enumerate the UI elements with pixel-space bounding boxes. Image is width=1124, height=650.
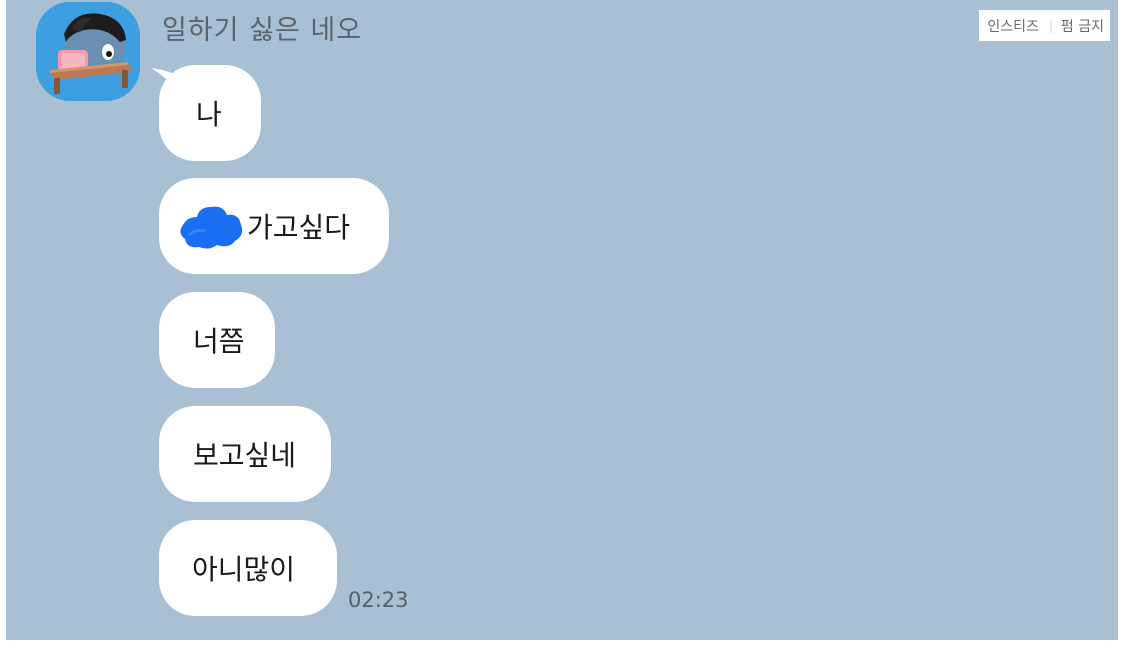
- message-bubble[interactable]: 너쯤: [159, 292, 275, 388]
- watermark-notice-text: 펌 금지: [1060, 18, 1104, 35]
- message-bubble[interactable]: 나: [159, 65, 261, 161]
- message-text: 나: [196, 98, 222, 131]
- chat-window: 일하기 싫은 네오 인스티즈 | 펌 금지 나 가고싶다 너쯤 보고싶네 아니많…: [6, 0, 1118, 650]
- sender-name: 일하기 싫은 네오: [162, 15, 363, 46]
- message-text: 아니많이: [192, 553, 296, 586]
- neo-character-icon: [36, 2, 140, 101]
- message-text: 너쯤: [193, 325, 245, 358]
- message-text: 가고싶다: [247, 211, 351, 244]
- profile-avatar[interactable]: [36, 2, 140, 101]
- message-text: 보고싶네: [193, 439, 297, 472]
- message-timestamp: 02:23: [348, 588, 409, 612]
- watermark-badge: 인스티즈 | 펌 금지: [979, 10, 1110, 41]
- watermark-divider: |: [1048, 18, 1053, 33]
- bottom-border: [6, 640, 1118, 650]
- message-bubble[interactable]: 아니많이: [159, 520, 337, 616]
- message-bubble[interactable]: 보고싶네: [159, 406, 331, 502]
- watermark-site-text: 인스티즈: [987, 18, 1039, 35]
- blue-scribble-icon: [180, 206, 243, 249]
- message-bubble[interactable]: 가고싶다: [159, 178, 389, 274]
